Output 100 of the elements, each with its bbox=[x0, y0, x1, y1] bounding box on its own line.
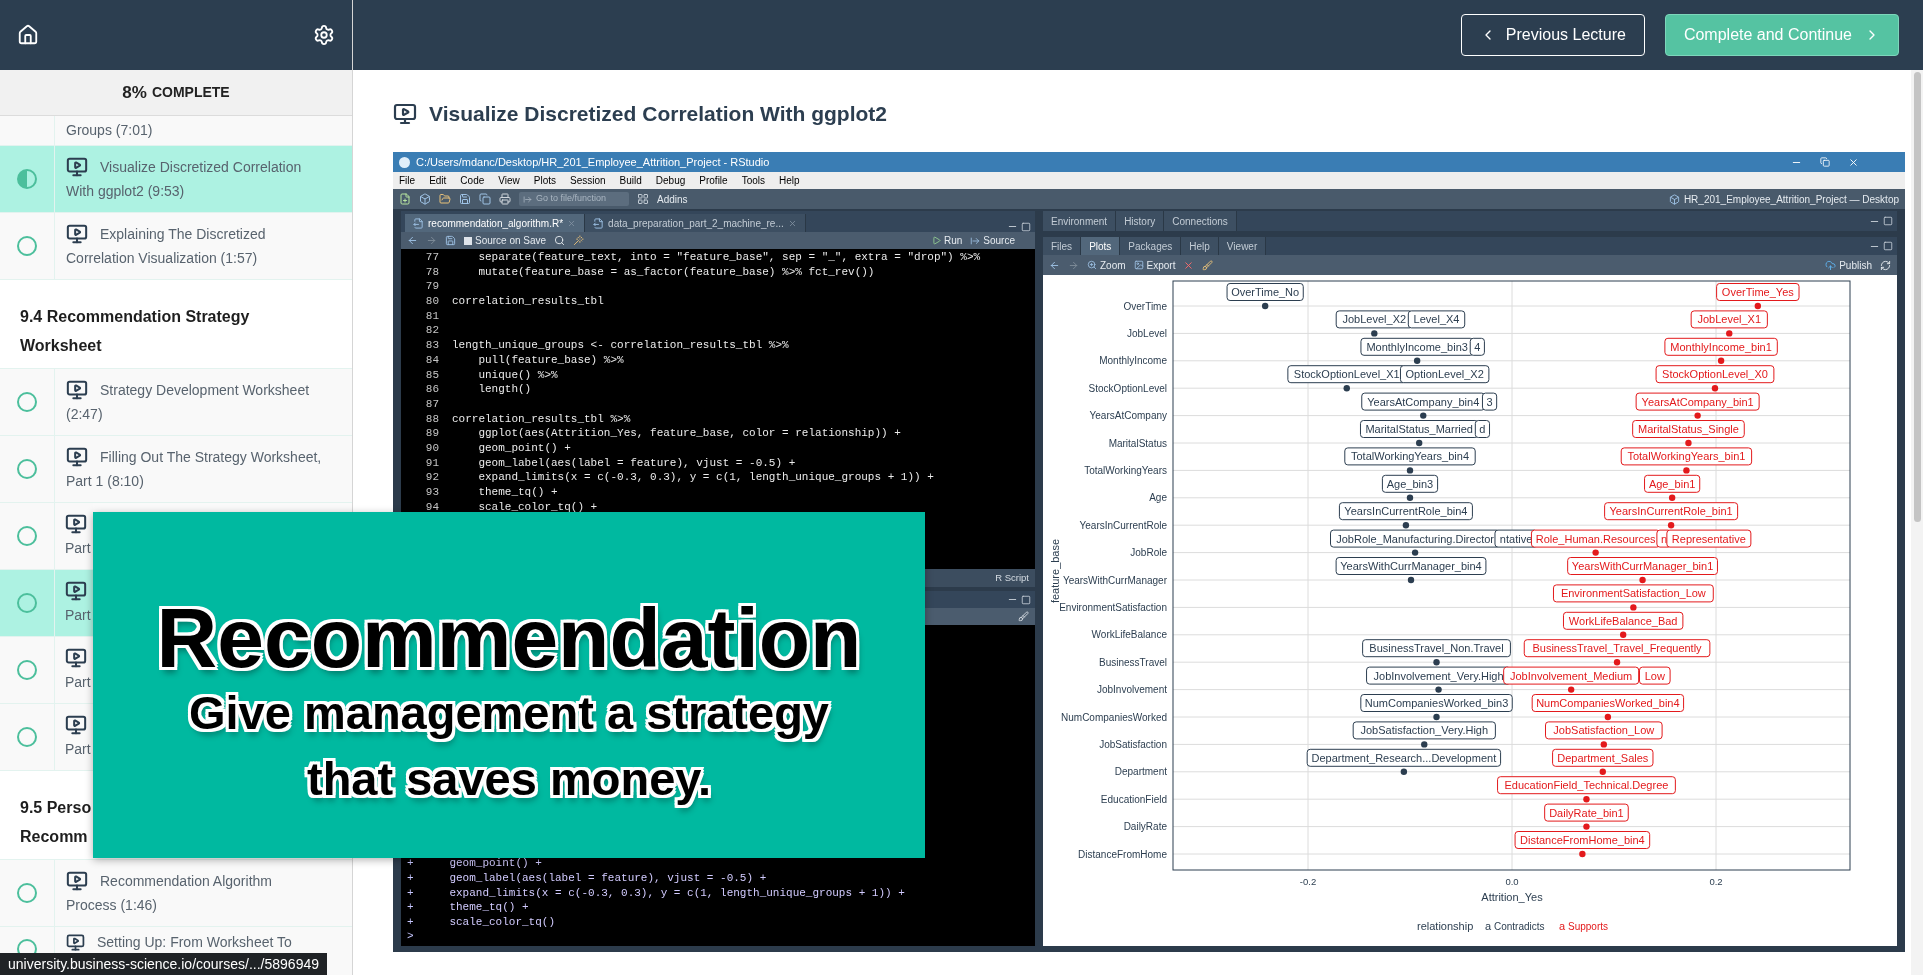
line-number: 82 bbox=[424, 323, 439, 339]
pane-tab[interactable]: Packages bbox=[1120, 237, 1182, 255]
line-number: 90 bbox=[424, 440, 439, 456]
export-button[interactable]: Export bbox=[1133, 257, 1176, 273]
home-icon[interactable] bbox=[17, 24, 39, 46]
menu-item[interactable]: File bbox=[399, 173, 416, 188]
file-type-menu[interactable]: R Script bbox=[995, 570, 1029, 586]
delete-plot-icon[interactable] bbox=[1183, 259, 1195, 271]
lecture-item[interactable]: Visualize Discretized Correlation With ggplot2 (9:53) bbox=[0, 146, 352, 213]
annotation: Role_Human.Resources bbox=[1535, 532, 1657, 545]
folder-icon[interactable] bbox=[439, 193, 451, 205]
pane-tab[interactable]: Help bbox=[1181, 237, 1219, 255]
lecture-item[interactable]: Part bbox=[0, 637, 93, 704]
save-all-icon[interactable] bbox=[479, 193, 491, 205]
menu-item[interactable]: Edit bbox=[429, 173, 447, 188]
lecture-item[interactable]: Filling Out The Strategy Worksheet, Part 1 (8:10) bbox=[0, 436, 352, 503]
point-label: JobLevel_X2 bbox=[1335, 310, 1413, 329]
data-point bbox=[1406, 494, 1414, 501]
lecture-title: With ggplot2 (9:53) bbox=[66, 182, 185, 201]
new-file-icon[interactable] bbox=[399, 193, 411, 205]
pane-tab[interactable]: History bbox=[1116, 211, 1165, 231]
menu-item[interactable]: Build bbox=[619, 173, 642, 188]
lecture-item[interactable]: Part bbox=[0, 503, 93, 570]
previous-lecture-button[interactable]: Previous Lecture bbox=[1460, 14, 1645, 56]
pane-tab[interactable]: Viewer bbox=[1218, 237, 1267, 255]
line-number: 88 bbox=[424, 411, 439, 427]
checkbox-label: Source on Save bbox=[475, 234, 547, 248]
search-icon[interactable] bbox=[554, 235, 566, 246]
pane-tab[interactable]: Connections bbox=[1164, 211, 1237, 231]
pane-tab[interactable]: recommendation_algorithm.R* bbox=[405, 214, 586, 232]
checkbox[interactable] bbox=[464, 236, 472, 245]
maximize-icon[interactable] bbox=[1021, 594, 1031, 605]
code-line: pull(feature_base) %>% bbox=[477, 352, 624, 368]
annotation: YearsWithCurrManager_bin4 bbox=[1340, 560, 1482, 572]
print-icon[interactable] bbox=[499, 193, 511, 205]
back-icon[interactable] bbox=[407, 235, 418, 246]
lecture-item[interactable]: Groups (7:01) bbox=[0, 116, 352, 146]
annotation: WorkLifeBalance_Bad bbox=[1568, 614, 1678, 627]
run-button[interactable]: Run bbox=[931, 233, 963, 248]
point-label: YearsAtCompany_bin4 bbox=[1361, 392, 1486, 411]
point-label: TotalWorkingYears_bin4 bbox=[1344, 447, 1476, 466]
lecture-item[interactable]: Part bbox=[0, 704, 93, 771]
source-button[interactable]: Source bbox=[970, 233, 1029, 248]
publish-button[interactable]: Publish bbox=[1825, 257, 1872, 273]
lecture-title: Visualize Discretized Correlation bbox=[100, 158, 302, 177]
close-icon[interactable] bbox=[1848, 156, 1859, 168]
point-label: BusinessTravel_Travel_Frequently bbox=[1523, 639, 1711, 658]
broom-icon[interactable] bbox=[1202, 259, 1214, 271]
tick-label: 0.0 bbox=[1505, 876, 1519, 887]
menu-item[interactable]: View bbox=[498, 173, 520, 188]
pane-tab[interactable]: Environment bbox=[1043, 211, 1117, 231]
menu-item[interactable]: Session bbox=[570, 173, 606, 188]
project-menu[interactable]: HR_201_Employee_Attrition_Project — Desktop bbox=[1668, 191, 1899, 207]
menu-item[interactable]: Debug bbox=[655, 173, 686, 188]
zoom-button[interactable]: Zoom bbox=[1087, 257, 1126, 273]
settings-icon[interactable] bbox=[313, 24, 335, 46]
code-line: correlation_results_tbl %>% bbox=[451, 411, 631, 427]
save-icon[interactable] bbox=[445, 235, 456, 246]
legend-label: Supports bbox=[1568, 921, 1609, 932]
axis-label: StockOptionLevel bbox=[1088, 382, 1167, 394]
annotation: YearsAtCompany_bin1 bbox=[1641, 395, 1754, 408]
pane-tab[interactable]: Files bbox=[1043, 237, 1082, 255]
lecture-item[interactable]: Explaining The Discretized Correlation Visualization (1:57) bbox=[0, 213, 352, 280]
data-point bbox=[1402, 522, 1410, 529]
maximize-icon[interactable] bbox=[1883, 241, 1893, 251]
addins-menu[interactable]: Addins bbox=[657, 191, 688, 207]
refresh-icon[interactable] bbox=[1880, 259, 1891, 271]
project-icon[interactable] bbox=[419, 193, 431, 205]
pane-tab[interactable]: data_preparation_part_2_machine_re... bbox=[585, 214, 806, 232]
menu-item[interactable]: Tools bbox=[741, 173, 765, 188]
close-icon[interactable] bbox=[787, 218, 797, 228]
console-prompt: + bbox=[407, 856, 415, 872]
point-label: MonthlyIncome_bin3 bbox=[1360, 337, 1474, 356]
lecture-item[interactable]: Recommendation Algorithm Process (1:46) bbox=[0, 860, 352, 927]
lecture-item[interactable]: Part bbox=[0, 570, 93, 637]
point-label: MaritalStatus_Single bbox=[1632, 420, 1745, 438]
point-label: OptionLevel_X2 bbox=[1400, 365, 1490, 384]
axis-label: OverTime bbox=[1123, 300, 1167, 312]
menu-item[interactable]: Help bbox=[779, 173, 800, 188]
broom-icon[interactable] bbox=[1018, 611, 1029, 622]
annotation: DailyRate_bin1 bbox=[1549, 806, 1624, 819]
data-point bbox=[1433, 713, 1440, 721]
point-label: 4 bbox=[1469, 337, 1485, 356]
menu-item[interactable]: Profile bbox=[699, 173, 728, 188]
console-line: scale_color_tq() bbox=[448, 914, 556, 930]
menu-item[interactable]: Plots bbox=[533, 173, 556, 188]
line-number: 79 bbox=[424, 279, 439, 295]
back-icon[interactable] bbox=[1049, 259, 1060, 271]
pane-tab[interactable]: Plots bbox=[1081, 237, 1121, 255]
data-point bbox=[1694, 412, 1701, 419]
scrollbar[interactable] bbox=[1911, 70, 1923, 975]
restore-icon[interactable] bbox=[1820, 157, 1830, 167]
save-icon[interactable] bbox=[459, 193, 471, 205]
wand-icon[interactable] bbox=[573, 235, 585, 246]
maximize-icon[interactable] bbox=[1021, 221, 1031, 232]
maximize-icon[interactable] bbox=[1883, 216, 1893, 226]
lecture-item[interactable]: Strategy Development Worksheet (2:47) bbox=[0, 369, 352, 436]
grid-icon[interactable] bbox=[637, 193, 649, 205]
axis-title: feature_base bbox=[1049, 538, 1061, 604]
menu-item[interactable]: Code bbox=[460, 173, 485, 188]
